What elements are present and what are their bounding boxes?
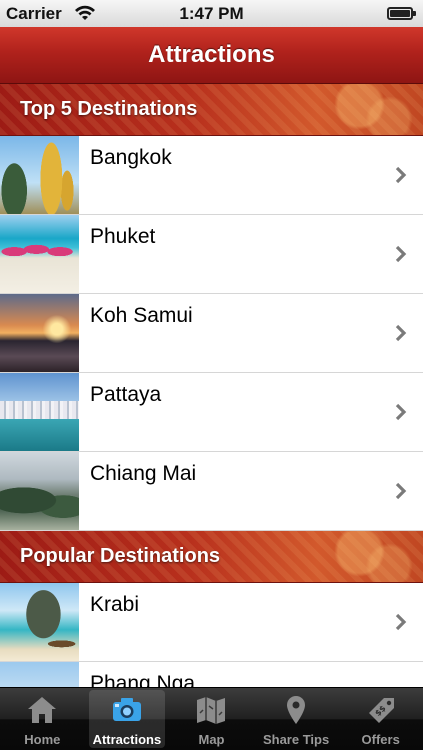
list-item-bangkok[interactable]: Bangkok xyxy=(0,136,423,215)
chevron-right-icon xyxy=(395,245,407,263)
section-title: Top 5 Destinations xyxy=(20,98,198,120)
destination-name: Koh Samui xyxy=(90,304,193,327)
chevron-right-icon xyxy=(395,324,407,342)
tab-label: Map xyxy=(198,732,225,747)
list-item-phuket[interactable]: Phuket xyxy=(0,215,423,294)
chevron-right-icon xyxy=(395,613,407,631)
phuket-thumbnail xyxy=(0,215,79,293)
list-item-koh-samui[interactable]: Koh Samui xyxy=(0,294,423,373)
destinations-list[interactable]: Top 5 Destinations Bangkok Phuket Koh Sa… xyxy=(0,84,423,687)
section-title: Popular Destinations xyxy=(20,545,221,567)
list-item-phang-nga[interactable]: Phang Nga xyxy=(0,662,423,687)
pattaya-thumbnail xyxy=(0,373,79,451)
tab-label: Attractions xyxy=(92,732,162,747)
camera-icon xyxy=(112,698,141,721)
destination-name: Pattaya xyxy=(90,383,162,406)
tab-offers[interactable]: $$ Offers xyxy=(338,688,423,750)
chiang-mai-thumbnail xyxy=(0,452,79,530)
chevron-right-icon xyxy=(395,166,407,184)
page-title: Attractions xyxy=(148,41,275,68)
list-item-krabi[interactable]: Krabi xyxy=(0,583,423,662)
clock: 1:47 PM xyxy=(179,4,244,23)
tab-label: Offers xyxy=(361,732,400,747)
koh-samui-thumbnail xyxy=(0,294,79,372)
tab-label: Home xyxy=(24,732,61,747)
house-icon xyxy=(28,697,57,723)
destination-name: Krabi xyxy=(90,593,140,616)
section-header-popular: Popular Destinations xyxy=(0,531,423,583)
destination-name: Phuket xyxy=(90,225,156,248)
destination-name: Bangkok xyxy=(90,146,172,169)
phang-nga-thumbnail xyxy=(0,662,79,687)
destination-name: Chiang Mai xyxy=(90,462,197,485)
tab-share-tips[interactable]: Share Tips xyxy=(254,688,339,750)
location-pin-icon xyxy=(287,696,306,724)
status-bar: Carrier 1:47 PM xyxy=(0,0,423,27)
map-icon xyxy=(197,697,226,724)
tab-map[interactable]: Map xyxy=(169,688,254,750)
section-header-top-5: Top 5 Destinations xyxy=(0,84,423,136)
navigation-bar: Attractions xyxy=(0,27,423,84)
tab-attractions[interactable]: Attractions xyxy=(85,688,170,750)
bangkok-thumbnail xyxy=(0,136,79,214)
chevron-right-icon xyxy=(395,403,407,421)
list-item-pattaya[interactable]: Pattaya xyxy=(0,373,423,452)
tab-home[interactable]: Home xyxy=(0,688,85,750)
list-item-chiang-mai[interactable]: Chiang Mai xyxy=(0,452,423,531)
price-tag-icon: $$ xyxy=(368,698,394,723)
krabi-thumbnail xyxy=(0,583,79,661)
battery-icon xyxy=(387,7,416,20)
chevron-right-icon xyxy=(395,482,407,500)
destination-name: Phang Nga xyxy=(90,672,196,687)
tab-label: Share Tips xyxy=(262,732,330,747)
tab-bar: Home Attractions Map Share Tips $$ Offer… xyxy=(0,687,423,750)
